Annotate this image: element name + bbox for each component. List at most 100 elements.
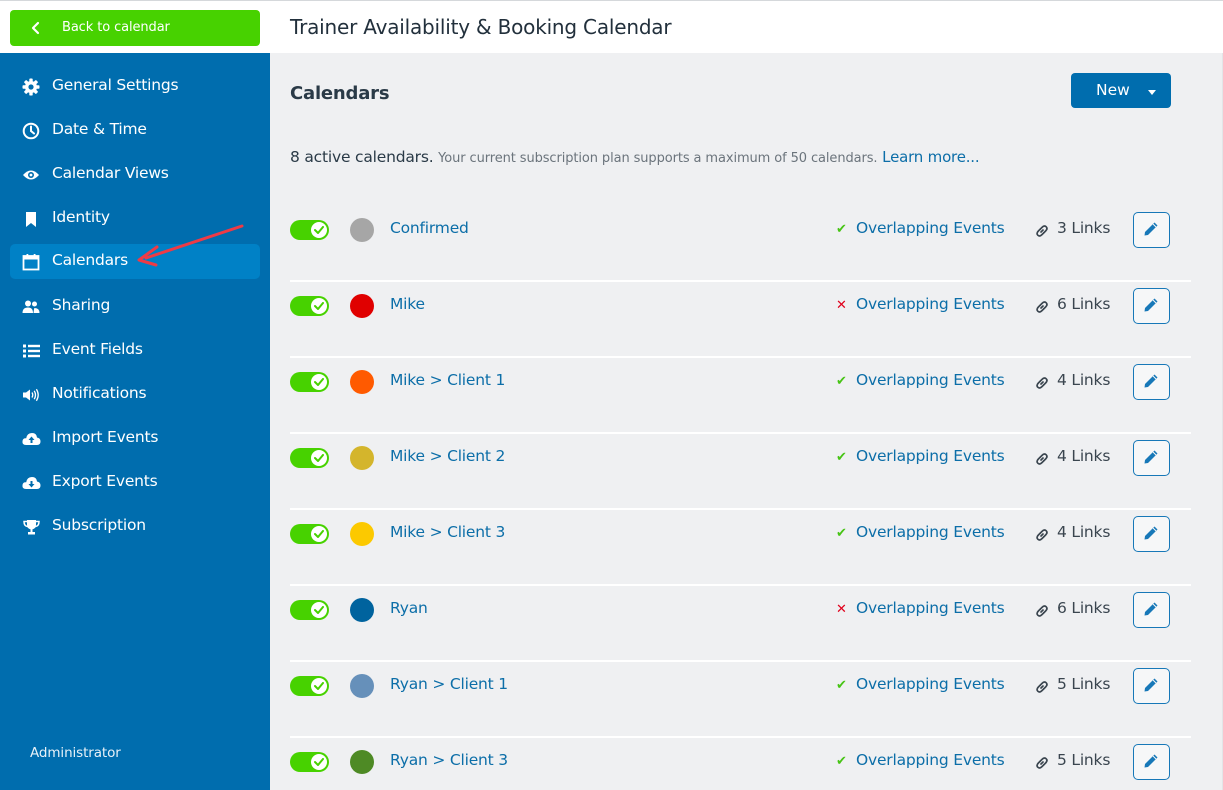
links-count: 4 Links [1057,523,1111,541]
calendar-name-link[interactable]: Ryan > Client 3 [390,751,508,769]
sidebar-item-calendar-views[interactable]: Calendar Views [10,157,260,192]
link-icon [1036,301,1048,313]
calendar-color-dot [350,674,374,698]
sidebar-item-sharing[interactable]: Sharing [10,289,260,324]
eye-icon [21,165,41,185]
calendar-enabled-toggle[interactable] [290,296,329,316]
calendar-row: Mike > Client 2 ✔ Overlapping Events 4 Li… [290,434,1191,510]
edit-calendar-button[interactable] [1133,668,1170,704]
calendar-color-dot [350,750,374,774]
sidebar-item-label: Subscription [52,516,146,534]
sidebar-item-notifications[interactable]: Notifications [10,377,260,412]
links-count: 4 Links [1057,447,1111,465]
sidebar-item-label: Identity [52,208,110,226]
sidebar-nav: General Settings Date & Time Calendar Vi… [0,53,270,790]
sidebar: Back to calendar General Settings Date &… [0,0,270,790]
edit-calendar-button[interactable] [1133,516,1170,552]
sidebar-item-export-events[interactable]: Export Events [10,465,260,500]
calendar-row: Ryan > Client 3 ✔ Overlapping Events 5 Li… [290,738,1191,790]
calendar-name-link[interactable]: Ryan > Client 1 [390,675,508,693]
calendar-enabled-toggle[interactable] [290,220,329,240]
calendar-name-link[interactable]: Mike > Client 1 [390,371,505,389]
overlapping-events-link[interactable]: Overlapping Events [856,675,1005,693]
calendar-name-link[interactable]: Mike > Client 3 [390,523,505,541]
sidebar-item-date-time[interactable]: Date & Time [10,113,260,148]
sidebar-item-label: Date & Time [52,120,147,138]
calendar-name-link[interactable]: Mike > Client 2 [390,447,505,465]
calendar-name-link[interactable]: Mike [390,295,425,313]
check-icon [314,378,324,386]
overlapping-events-link[interactable]: Overlapping Events [856,371,1005,389]
calendar-row: Mike ✕ Overlapping Events 6 Links [290,282,1191,358]
learn-more-link[interactable]: Learn more... [882,148,979,166]
sidebar-item-event-fields[interactable]: Event Fields [10,333,260,368]
calendar-enabled-toggle[interactable] [290,600,329,620]
back-to-calendar-button[interactable]: Back to calendar [10,10,260,46]
edit-calendar-button[interactable] [1133,288,1170,324]
links-count: 5 Links [1057,751,1111,769]
edit-calendar-button[interactable] [1133,744,1170,780]
sidebar-item-calendars[interactable]: Calendars [10,244,260,279]
overlapping-events-link[interactable]: Overlapping Events [856,523,1005,541]
overlapping-events-status: ✔ Overlapping Events [836,751,1005,769]
check-icon: ✔ [836,222,847,237]
calendar-enabled-toggle[interactable] [290,372,329,392]
user-role-label: Administrator [30,745,121,761]
cloud-upload-icon [21,429,41,449]
links-count: 3 Links [1057,219,1111,237]
edit-calendar-button[interactable] [1133,364,1170,400]
calendar-name-link[interactable]: Confirmed [390,219,469,237]
links-count: 4 Links [1057,371,1111,389]
new-calendar-button[interactable]: New [1071,73,1171,108]
calendar-enabled-toggle[interactable] [290,676,329,696]
sidebar-top: Back to calendar [0,1,270,53]
sidebar-item-subscription[interactable]: Subscription [10,509,260,544]
cross-icon: ✕ [836,602,847,617]
toggle-knob [311,526,327,542]
link-icon [1036,681,1048,693]
section-title: Calendars [290,83,390,104]
sidebar-item-import-events[interactable]: Import Events [10,421,260,456]
toggle-knob [311,374,327,390]
calendar-enabled-toggle[interactable] [290,524,329,544]
overlapping-events-link[interactable]: Overlapping Events [856,219,1005,237]
check-icon: ✔ [836,754,847,769]
sidebar-item-identity[interactable]: Identity [10,201,260,236]
overlapping-events-link[interactable]: Overlapping Events [856,751,1005,769]
calendar-row: Ryan ✕ Overlapping Events 6 Links [290,586,1191,662]
calendar-summary: 8 active calendars. Your current subscri… [290,148,980,166]
sidebar-item-label: Event Fields [52,340,143,358]
sidebar-item-general-settings[interactable]: General Settings [10,69,260,104]
overlapping-events-link[interactable]: Overlapping Events [856,447,1005,465]
toggle-knob [311,450,327,466]
toggle-knob [311,602,327,618]
overlapping-events-link[interactable]: Overlapping Events [856,295,1005,313]
toggle-knob [311,222,327,238]
overlapping-events-link[interactable]: Overlapping Events [856,599,1005,617]
main-content: Calendars New 8 active calendars. Your c… [270,53,1223,790]
pencil-icon [1144,678,1158,692]
calendar-enabled-toggle[interactable] [290,448,329,468]
calendar-color-dot [350,522,374,546]
edit-calendar-button[interactable] [1133,212,1170,248]
calendar-enabled-toggle[interactable] [290,752,329,772]
check-icon: ✔ [836,678,847,693]
pencil-icon [1144,298,1158,312]
links-count: 6 Links [1057,599,1111,617]
overlapping-events-status: ✔ Overlapping Events [836,523,1005,541]
links-count: 6 Links [1057,295,1111,313]
calendar-name-link[interactable]: Ryan [390,599,428,617]
overlapping-events-status: ✕ Overlapping Events [836,599,1005,617]
edit-calendar-button[interactable] [1133,440,1170,476]
clock-icon [21,121,41,141]
caret-down-icon [1148,90,1156,95]
calendar-color-dot [350,218,374,242]
calendar-color-dot [350,294,374,318]
link-icon [1036,529,1048,541]
sidebar-item-label: General Settings [52,76,179,94]
gear-icon [21,77,41,97]
cross-icon: ✕ [836,298,847,313]
edit-calendar-button[interactable] [1133,592,1170,628]
toggle-knob [311,298,327,314]
sidebar-item-label: Sharing [52,296,111,314]
